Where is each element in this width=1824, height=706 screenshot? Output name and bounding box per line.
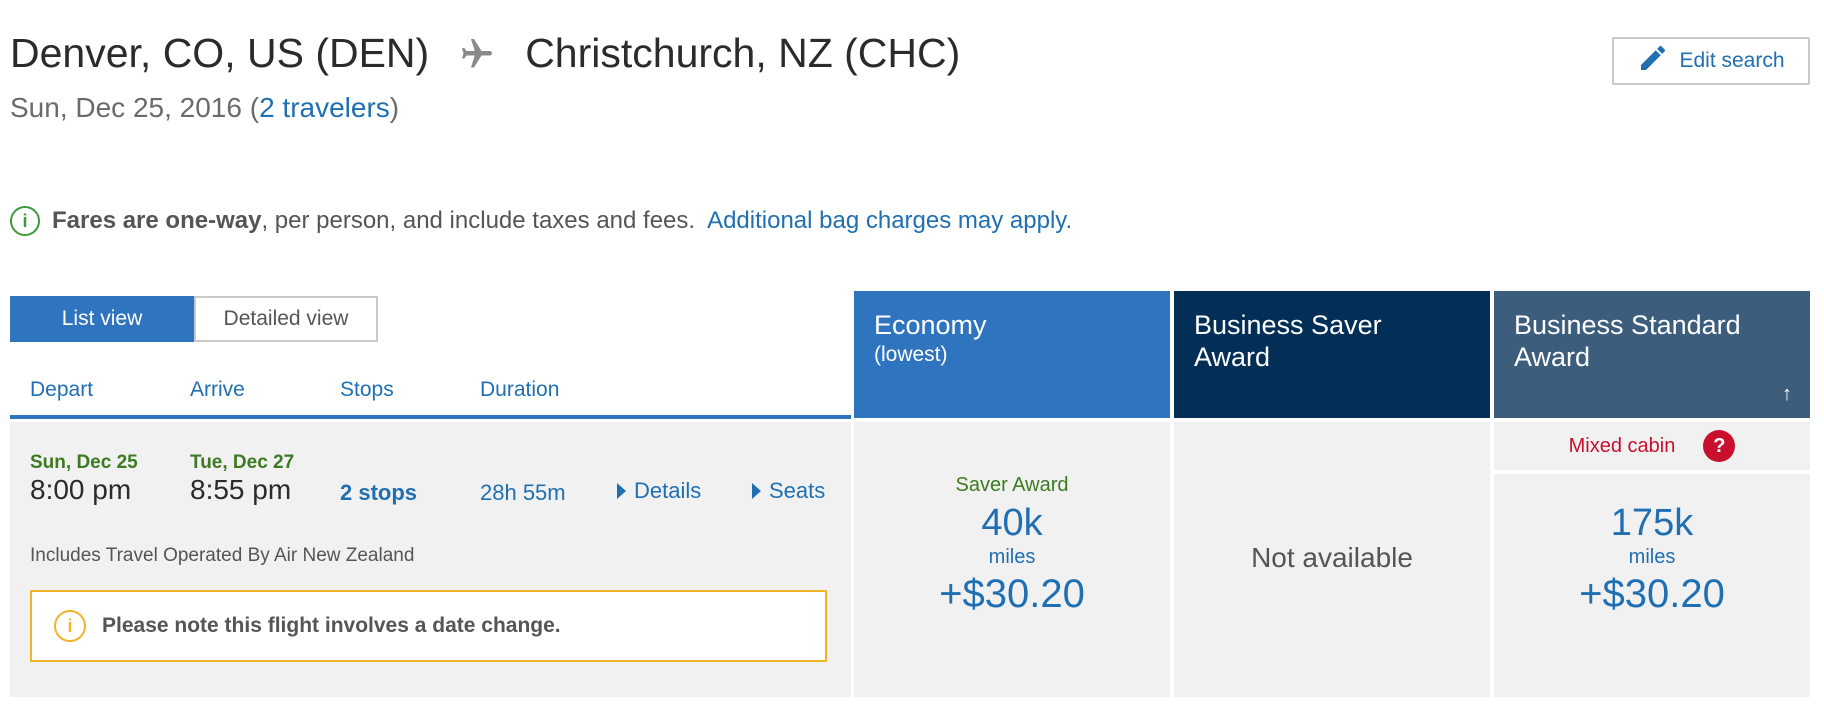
stops-link[interactable]: 2 stops — [340, 480, 417, 506]
date-change-alert: i Please note this flight involves a dat… — [30, 590, 827, 662]
economy-title: Economy — [874, 310, 987, 340]
paren-open: ( — [249, 92, 260, 123]
info-icon: i — [10, 206, 40, 236]
travelers-link[interactable]: 2 travelers — [259, 92, 390, 123]
arrive-time: 8:55 pm — [190, 474, 292, 505]
economy-column-header[interactable]: Economy (lowest) — [854, 291, 1170, 418]
fare-notice-rest: , per person, and include taxes and fees… — [261, 207, 696, 234]
seats-label: Seats — [769, 478, 826, 503]
warning-info-icon: i — [54, 610, 86, 642]
details-link[interactable]: Details — [617, 478, 701, 504]
economy-price: +$30.20 — [939, 572, 1085, 616]
business-standard-miles-unit: miles — [1628, 546, 1676, 568]
list-view-tab[interactable]: List view — [10, 296, 194, 342]
not-available-text: Not available — [1251, 542, 1413, 573]
fare-notice-text: Fares are one-way, per person, and inclu… — [52, 207, 695, 235]
arrive-block: Tue, Dec 27 8:55 pm — [190, 452, 294, 506]
business-standard-price: +$30.20 — [1579, 572, 1725, 616]
airplane-icon — [459, 36, 495, 72]
details-label: Details — [634, 478, 702, 503]
fare-notice-bold: Fares are one-way — [52, 207, 262, 234]
route-heading: Denver, CO, US (DEN) Christchurch, NZ (C… — [10, 30, 960, 77]
view-toggle: List view Detailed view — [10, 296, 378, 342]
economy-miles-unit: miles — [988, 546, 1036, 568]
business-saver-title-2: Award — [1194, 342, 1271, 372]
destination: Christchurch, NZ (CHC) — [525, 30, 961, 76]
business-standard-miles: 175k — [1610, 502, 1694, 544]
detailed-view-tab[interactable]: Detailed view — [194, 296, 378, 342]
sort-duration[interactable]: Duration — [480, 378, 559, 402]
paren-close: ) — [389, 92, 400, 123]
depart-block: Sun, Dec 25 8:00 pm — [30, 452, 138, 506]
fare-notice: i Fares are one-way, per person, and inc… — [10, 206, 1072, 236]
origin: Denver, CO, US (DEN) — [10, 30, 430, 76]
travel-date: Sun, Dec 25, 2016 — [10, 92, 242, 123]
economy-miles: 40k — [981, 502, 1043, 544]
duration-value: 28h 55m — [480, 480, 566, 505]
business-standard-title: Business Standard — [1514, 310, 1741, 340]
business-standard-title-2: Award — [1514, 342, 1591, 372]
caret-right-icon — [617, 483, 626, 499]
sort-depart[interactable]: Depart — [30, 378, 93, 402]
operated-by: Includes Travel Operated By Air New Zeal… — [30, 545, 415, 566]
pencil-icon — [1637, 42, 1669, 80]
header-divider — [10, 415, 851, 419]
sort-stops[interactable]: Stops — [340, 378, 394, 402]
sort-arrow-icon: ↑ — [1782, 383, 1792, 405]
economy-subtitle: (lowest) — [874, 343, 948, 366]
bag-charges-link[interactable]: Additional bag charges may apply. — [707, 207, 1072, 235]
business-saver-column-header[interactable]: Business Saver Award — [1174, 291, 1490, 418]
edit-search-button[interactable]: Edit search — [1612, 37, 1810, 85]
depart-date: Sun, Dec 25 — [30, 452, 138, 473]
caret-right-icon — [752, 483, 761, 499]
mixed-cabin-label: Mixed cabin — [1568, 434, 1676, 457]
economy-fare-cell[interactable]: Saver Award 40k miles +$30.20 — [854, 422, 1170, 697]
business-saver-fare-cell: Not available — [1174, 422, 1490, 697]
mixed-cabin-band: Mixed cabin ? — [1494, 422, 1810, 474]
help-icon[interactable]: ? — [1703, 430, 1736, 462]
business-standard-column-header[interactable]: Business Standard Award ↑ — [1494, 291, 1810, 418]
sort-arrive[interactable]: Arrive — [190, 378, 245, 402]
depart-time: 8:00 pm — [30, 474, 132, 505]
seats-link[interactable]: Seats — [752, 478, 825, 504]
date-change-text: Please note this flight involves a date … — [102, 614, 561, 637]
business-saver-title: Business Saver — [1194, 310, 1382, 340]
edit-search-label: Edit search — [1679, 49, 1785, 72]
saver-award-label: Saver Award — [955, 474, 1069, 496]
trip-subline: Sun, Dec 25, 2016 (2 travelers) — [10, 92, 399, 124]
arrive-date: Tue, Dec 27 — [190, 452, 295, 473]
